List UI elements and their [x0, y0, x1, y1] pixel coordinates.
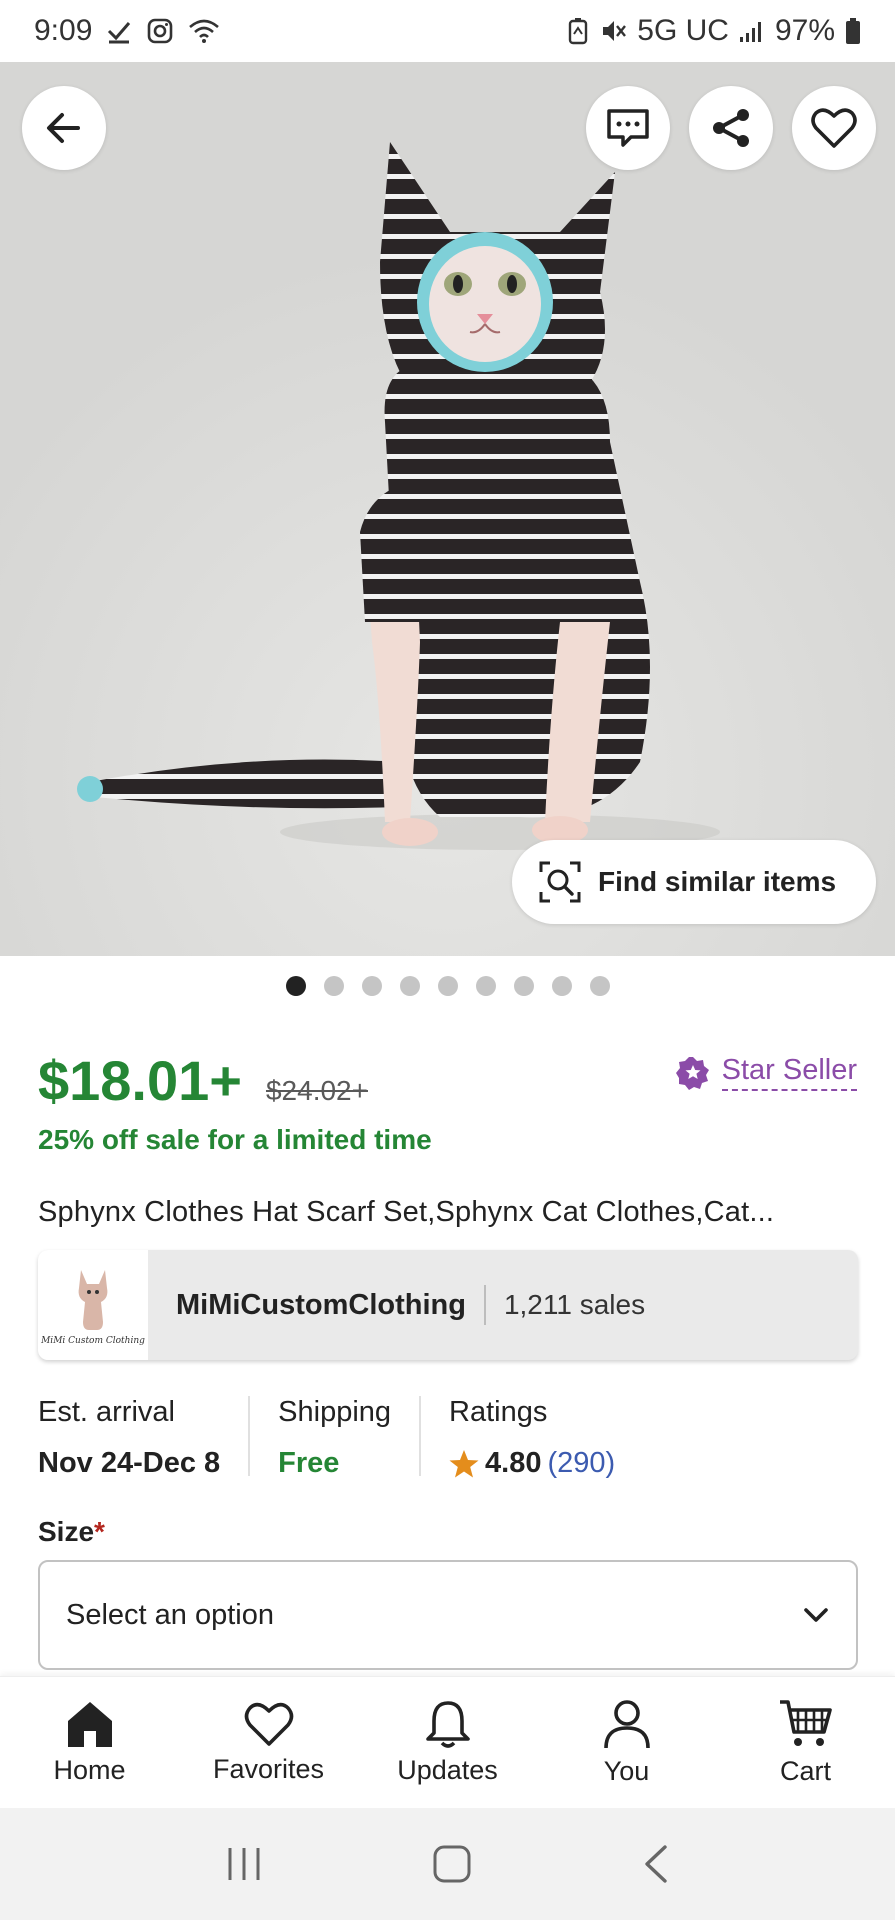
nav-favorites-label: Favorites: [212, 1754, 325, 1784]
battery-percent: 97%: [774, 14, 835, 47]
cart-icon: [779, 1700, 832, 1746]
pagination-dot[interactable]: [589, 976, 610, 996]
ratings-label: Ratings: [449, 1396, 548, 1428]
nav-cart-label: Cart: [779, 1756, 831, 1786]
signal-icon: [739, 19, 765, 43]
pagination-dot[interactable]: [513, 976, 534, 996]
shipping-label: Shipping: [278, 1396, 392, 1428]
ratings-col[interactable]: Ratings 4.80 (290): [449, 1396, 615, 1480]
battery-saver-icon: [567, 17, 589, 45]
bottom-nav: Home Favorites Updates You Cart: [0, 1676, 895, 1808]
find-similar-label: Find similar items: [598, 866, 837, 897]
chat-icon: [607, 109, 649, 147]
favorite-button[interactable]: [792, 86, 876, 170]
required-mark: *: [94, 1516, 105, 1547]
person-icon: [603, 1700, 650, 1749]
pagination-dot[interactable]: [323, 976, 344, 996]
image-pagination[interactable]: [0, 976, 895, 996]
shop-logo: MiMi Custom Clothing: [38, 1250, 148, 1360]
chevron-down-icon: [804, 1608, 828, 1622]
battery-icon: [845, 17, 861, 45]
original-price: $24.02+: [265, 1075, 368, 1106]
check-icon: [106, 18, 132, 44]
nav-you[interactable]: You: [537, 1677, 716, 1808]
system-nav-bar: [0, 1808, 895, 1920]
pagination-dot[interactable]: [475, 976, 496, 996]
shop-logo-text: MiMi Custom Clothing: [41, 1336, 145, 1346]
sphynx-cat-illustration: [0, 62, 895, 956]
wifi-icon: [188, 17, 220, 45]
delivery-info-row: Est. arrival Nov 24-Dec 8 Shipping Free …: [38, 1396, 858, 1480]
sale-price: $18.01+: [38, 1049, 242, 1112]
shop-sales: 1,211 sales: [503, 1289, 646, 1320]
star-seller-icon: [675, 1056, 709, 1090]
rating-count[interactable]: (290): [547, 1447, 615, 1480]
nav-updates-label: Updates: [397, 1755, 498, 1785]
pagination-dot[interactable]: [285, 976, 306, 996]
status-time: 9:09: [34, 14, 93, 47]
heart-icon: [244, 1702, 293, 1746]
nav-favorites[interactable]: Favorites: [179, 1677, 358, 1808]
heart-outline-icon: [811, 108, 857, 148]
price-row: $18.01+ $24.02+: [38, 1048, 368, 1113]
nav-home-label: Home: [53, 1755, 126, 1785]
pagination-dot[interactable]: [361, 976, 382, 996]
rating-value: 4.80: [485, 1447, 542, 1479]
shipping-value: Free: [278, 1447, 340, 1479]
message-seller-button[interactable]: [586, 86, 670, 170]
find-similar-button[interactable]: Find similar items: [512, 840, 876, 924]
shop-divider: [483, 1285, 486, 1325]
pagination-dot[interactable]: [399, 976, 420, 996]
arrow-left-icon: [47, 113, 80, 143]
recent-apps-icon[interactable]: [224, 1846, 264, 1882]
mute-icon: [599, 17, 627, 45]
back-button[interactable]: [22, 86, 106, 170]
nav-you-label: You: [603, 1756, 650, 1786]
star-seller-badge[interactable]: Star Seller: [675, 1054, 857, 1091]
network-type: 5G UC: [637, 14, 729, 47]
shop-card[interactable]: MiMi Custom Clothing MiMiCustomClothing …: [38, 1250, 858, 1360]
pagination-dot[interactable]: [437, 976, 458, 996]
status-bar: 9:09 5G UC 97%: [0, 0, 895, 62]
nav-updates[interactable]: Updates: [358, 1677, 537, 1808]
nav-cart[interactable]: Cart: [716, 1677, 895, 1808]
arrival-label: Est. arrival: [38, 1396, 175, 1428]
nav-home[interactable]: Home: [0, 1677, 179, 1808]
shop-logo-cat-icon: [78, 1270, 108, 1330]
system-back-icon[interactable]: [641, 1844, 671, 1884]
home-icon: [67, 1702, 112, 1747]
pagination-dot[interactable]: [551, 976, 572, 996]
size-label: Size*: [38, 1516, 105, 1548]
star-icon: [449, 1449, 479, 1477]
divider: [419, 1396, 422, 1476]
divider: [248, 1396, 251, 1476]
share-button[interactable]: [689, 86, 773, 170]
share-icon: [713, 109, 749, 147]
bell-icon: [425, 1701, 470, 1748]
rating-summary[interactable]: 4.80 (290): [449, 1447, 615, 1480]
product-title[interactable]: Sphynx Clothes Hat Scarf Set,Sphynx Cat …: [38, 1196, 858, 1229]
size-select-value: Select an option: [66, 1598, 274, 1631]
instagram-icon: [146, 17, 174, 45]
shipping-col: Shipping Free: [278, 1396, 391, 1480]
arrival-value: Nov 24-Dec 8: [38, 1447, 221, 1479]
size-label-text: Size: [38, 1516, 95, 1547]
star-seller-label: Star Seller: [721, 1054, 857, 1091]
shop-name: MiMiCustomClothing: [176, 1288, 466, 1321]
home-button-icon[interactable]: [432, 1844, 472, 1884]
arrival-col: Est. arrival Nov 24-Dec 8: [38, 1396, 220, 1480]
visual-search-icon: [539, 861, 581, 903]
size-select[interactable]: Select an option: [38, 1560, 858, 1670]
product-image[interactable]: Find similar items: [0, 62, 895, 956]
sale-text: 25% off sale for a limited time: [38, 1124, 432, 1155]
